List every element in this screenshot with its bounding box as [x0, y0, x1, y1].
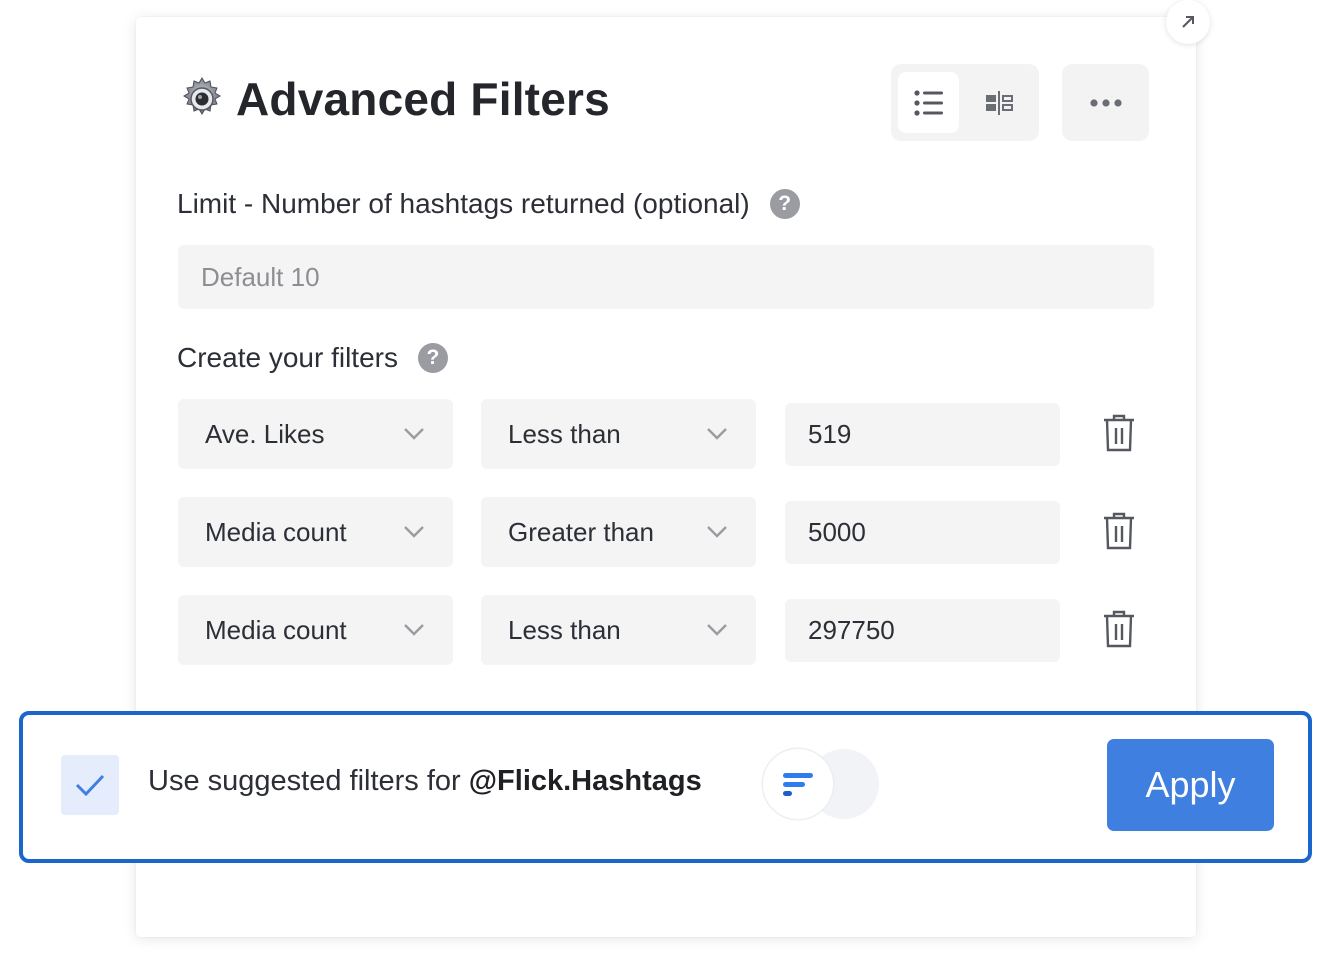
filter-operator-select[interactable]: Greater than	[481, 497, 756, 567]
view-toggle	[891, 64, 1039, 141]
filter-value-input[interactable]: 5000	[785, 501, 1060, 564]
more-options-button[interactable]	[1062, 64, 1149, 141]
filter-row: Media count Greater than 5000	[178, 497, 1158, 567]
filter-operator-value: Less than	[508, 614, 621, 645]
help-icon[interactable]: ?	[769, 189, 800, 219]
filter-value-input[interactable]: 297750	[785, 599, 1060, 662]
more-horizontal-icon	[1089, 98, 1122, 107]
trash-icon[interactable]	[1102, 413, 1136, 453]
suggested-filters-label: Use suggested filters for	[148, 765, 469, 797]
chevron-down-icon	[404, 428, 424, 440]
chevron-down-icon	[404, 624, 424, 636]
avatar	[763, 749, 833, 819]
filters-label-row: Create your filters ?	[177, 342, 448, 374]
chevron-down-icon	[404, 526, 424, 538]
flick-logo-icon	[783, 773, 813, 796]
filter-value-input[interactable]: 519	[785, 403, 1060, 466]
chevron-down-icon	[707, 428, 727, 440]
apply-button[interactable]: Apply	[1107, 739, 1274, 831]
filter-operator-value: Less than	[508, 418, 621, 449]
expand-button[interactable]	[1166, 0, 1210, 44]
filter-row: Ave. Likes Less than 519	[178, 399, 1158, 469]
filter-field-value: Media count	[205, 614, 347, 645]
account-handle: @Flick.Hashtags	[468, 765, 702, 797]
help-icon[interactable]: ?	[417, 343, 448, 373]
gear-icon	[183, 77, 221, 115]
filter-field-select[interactable]: Media count	[178, 497, 453, 567]
chevron-down-icon	[707, 624, 727, 636]
filter-row: Media count Less than 297750	[178, 595, 1158, 665]
list-view-button[interactable]	[898, 72, 959, 133]
filter-field-value: Media count	[205, 516, 347, 547]
chevron-down-icon	[707, 526, 727, 538]
suggested-filters-bar: Use suggested filters for @Flick.Hashtag…	[19, 711, 1312, 863]
suggested-filters-checkbox[interactable]	[61, 755, 119, 815]
suggested-filters-text: Use suggested filters for @Flick.Hashtag…	[148, 765, 702, 798]
limit-input[interactable]	[178, 245, 1154, 309]
panel-header: Advanced Filters	[178, 72, 610, 126]
page-title: Advanced Filters	[236, 73, 610, 125]
split-view-button[interactable]	[969, 72, 1030, 133]
expand-arrow-icon	[1182, 16, 1194, 28]
filter-operator-select[interactable]: Less than	[481, 399, 756, 469]
limit-label-row: Limit - Number of hashtags returned (opt…	[177, 188, 800, 220]
filters-label: Create your filters	[177, 342, 398, 373]
filter-operator-value: Greater than	[508, 516, 654, 547]
filter-field-select[interactable]: Ave. Likes	[178, 399, 453, 469]
filter-field-value: Ave. Likes	[205, 418, 325, 449]
trash-icon[interactable]	[1102, 511, 1136, 551]
limit-label: Limit - Number of hashtags returned (opt…	[177, 188, 750, 219]
split-view-icon	[985, 90, 1013, 115]
list-view-icon	[913, 89, 943, 116]
filter-field-select[interactable]: Media count	[178, 595, 453, 665]
filter-operator-select[interactable]: Less than	[481, 595, 756, 665]
checkmark-icon	[75, 774, 105, 796]
trash-icon[interactable]	[1102, 609, 1136, 649]
